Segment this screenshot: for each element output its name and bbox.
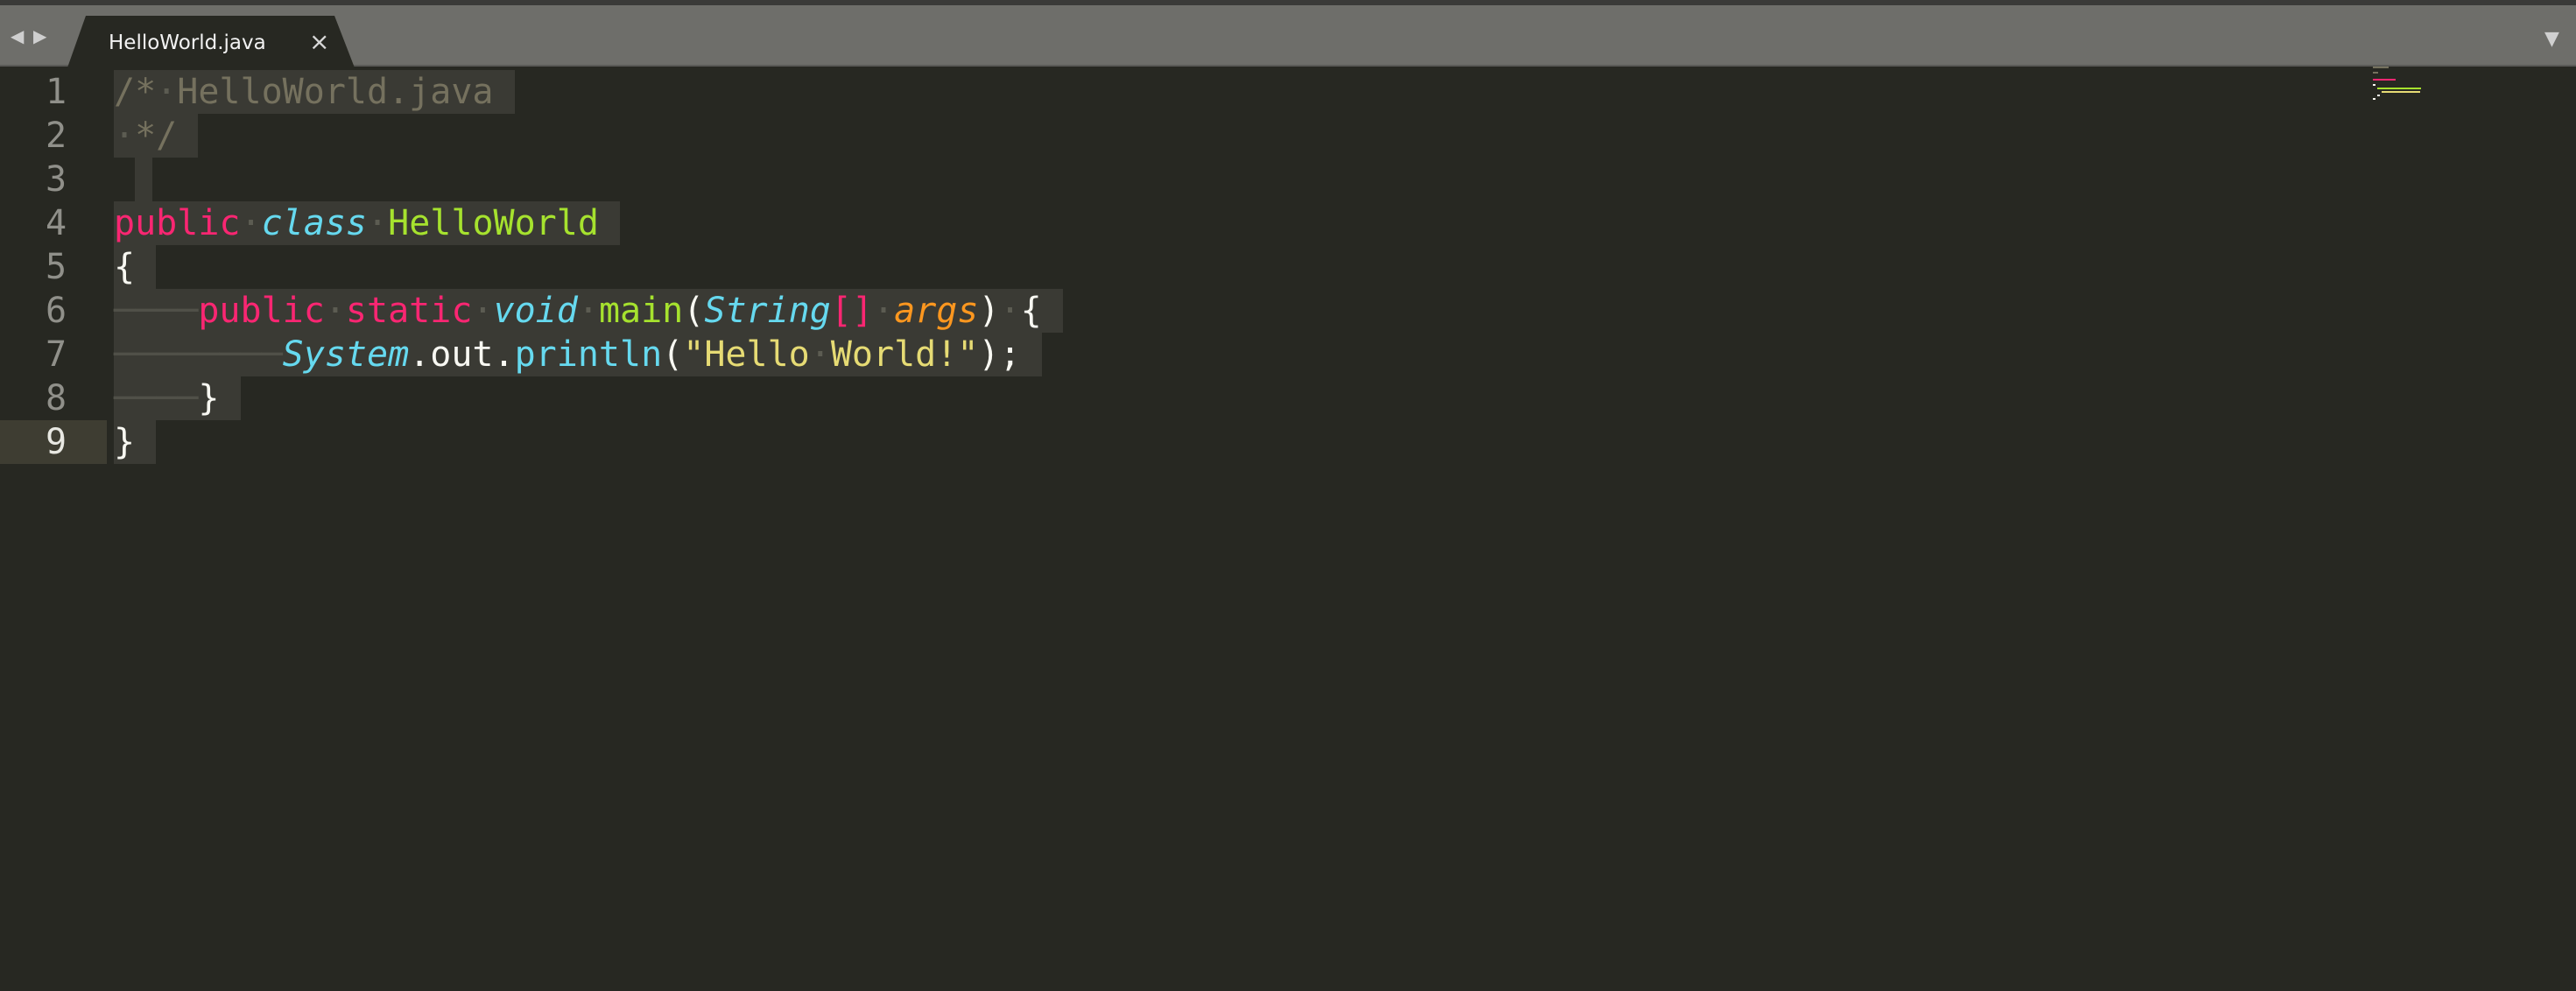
minimap-line bbox=[2373, 84, 2375, 86]
code-line: ────} bbox=[114, 376, 241, 420]
line-number-text: 7 bbox=[46, 334, 67, 375]
tab-list-dropdown-icon[interactable]: ▼ bbox=[2544, 28, 2559, 50]
line-number-text: 5 bbox=[46, 247, 67, 287]
line-number: 3 bbox=[0, 158, 107, 201]
code-editor[interactable]: /*·HelloWorld.java ·*/ public·class·Hell… bbox=[114, 67, 2390, 991]
code-token: main bbox=[598, 291, 684, 331]
minimap-line bbox=[2373, 79, 2396, 81]
line-number-text: 1 bbox=[46, 72, 67, 112]
nav-back-icon[interactable]: ◀ bbox=[11, 26, 28, 46]
code-token: ) bbox=[978, 291, 1000, 331]
code-token: ( bbox=[683, 291, 705, 331]
code-line: ·*/ bbox=[114, 114, 199, 158]
tab-bar: ◀ ▶ HelloWorld.java × ▼ bbox=[0, 5, 2576, 70]
code-token: · bbox=[472, 291, 494, 331]
line-number: 8 bbox=[0, 376, 107, 420]
line-number-text: 8 bbox=[46, 378, 67, 418]
code-token: · bbox=[114, 116, 136, 156]
code-token: ──── bbox=[114, 291, 199, 331]
code-token: { bbox=[1020, 291, 1042, 331]
line-number: 7 bbox=[0, 333, 107, 376]
minimap[interactable] bbox=[2373, 65, 2452, 100]
code-token: · bbox=[873, 291, 895, 331]
code-token: System bbox=[282, 334, 410, 375]
minimap-line bbox=[2377, 88, 2421, 89]
code-line: public·class·HelloWorld bbox=[114, 201, 621, 245]
code-line: ────public·static·void·main(String[]·arg… bbox=[114, 289, 1063, 333]
code-token: class bbox=[261, 203, 368, 243]
line-number: 5 bbox=[0, 245, 107, 289]
code-token: args bbox=[894, 291, 979, 331]
minimap-line bbox=[2373, 67, 2389, 68]
line-number: 4 bbox=[0, 201, 107, 245]
code-token: · bbox=[367, 203, 389, 243]
code-token: } bbox=[198, 378, 220, 418]
tab-title: HelloWorld.java bbox=[109, 32, 266, 54]
code-token: [] bbox=[830, 291, 874, 331]
line-number: 2 bbox=[0, 114, 107, 158]
code-token: World!" bbox=[830, 334, 979, 375]
code-token: /* bbox=[114, 72, 157, 112]
line-number-text: 9 bbox=[46, 422, 67, 462]
code-line: ────────System.out.println("Hello·World!… bbox=[114, 333, 1042, 376]
code-token: ( bbox=[662, 334, 684, 375]
line-number: 9 bbox=[0, 420, 107, 464]
close-icon[interactable]: × bbox=[309, 27, 329, 56]
code-token: void bbox=[493, 291, 578, 331]
code-token: println bbox=[514, 334, 663, 375]
code-token: · bbox=[156, 72, 178, 112]
code-token: .out. bbox=[409, 334, 515, 375]
minimap-line bbox=[2382, 91, 2420, 93]
minimap-line bbox=[2373, 72, 2378, 74]
code-line bbox=[135, 158, 152, 201]
code-token: public bbox=[114, 203, 241, 243]
code-token: · bbox=[240, 203, 262, 243]
minimap-line bbox=[2373, 98, 2375, 100]
line-number-text: 4 bbox=[46, 203, 67, 243]
line-number-text: 2 bbox=[46, 116, 67, 156]
code-token: ──────── bbox=[114, 334, 283, 375]
tab-helloworld[interactable]: HelloWorld.java × bbox=[67, 16, 355, 70]
code-token: · bbox=[577, 291, 599, 331]
code-token: { bbox=[114, 247, 136, 287]
line-number-gutter: 123456789 bbox=[0, 67, 107, 991]
code-token: static bbox=[345, 291, 473, 331]
code-token: "Hello bbox=[683, 334, 810, 375]
line-number: 1 bbox=[0, 70, 107, 114]
code-token: } bbox=[114, 422, 136, 462]
code-token: ); bbox=[978, 334, 1021, 375]
code-token: · bbox=[324, 291, 346, 331]
line-number-text: 3 bbox=[46, 159, 67, 200]
code-token: ──── bbox=[114, 378, 199, 418]
code-token: HelloWorld.java bbox=[177, 72, 494, 112]
code-line: } bbox=[114, 420, 157, 464]
line-number-text: 6 bbox=[46, 291, 67, 331]
minimap-line bbox=[2377, 95, 2380, 96]
code-token: public bbox=[198, 291, 325, 331]
nav-forward-icon[interactable]: ▶ bbox=[33, 26, 51, 46]
code-token: HelloWorld bbox=[388, 203, 599, 243]
code-token: String bbox=[704, 291, 831, 331]
code-token: */ bbox=[135, 116, 178, 156]
code-line: /*·HelloWorld.java bbox=[114, 70, 515, 114]
line-number: 6 bbox=[0, 289, 107, 333]
code-token: · bbox=[809, 334, 831, 375]
code-line: { bbox=[114, 245, 157, 289]
code-token: · bbox=[999, 291, 1021, 331]
